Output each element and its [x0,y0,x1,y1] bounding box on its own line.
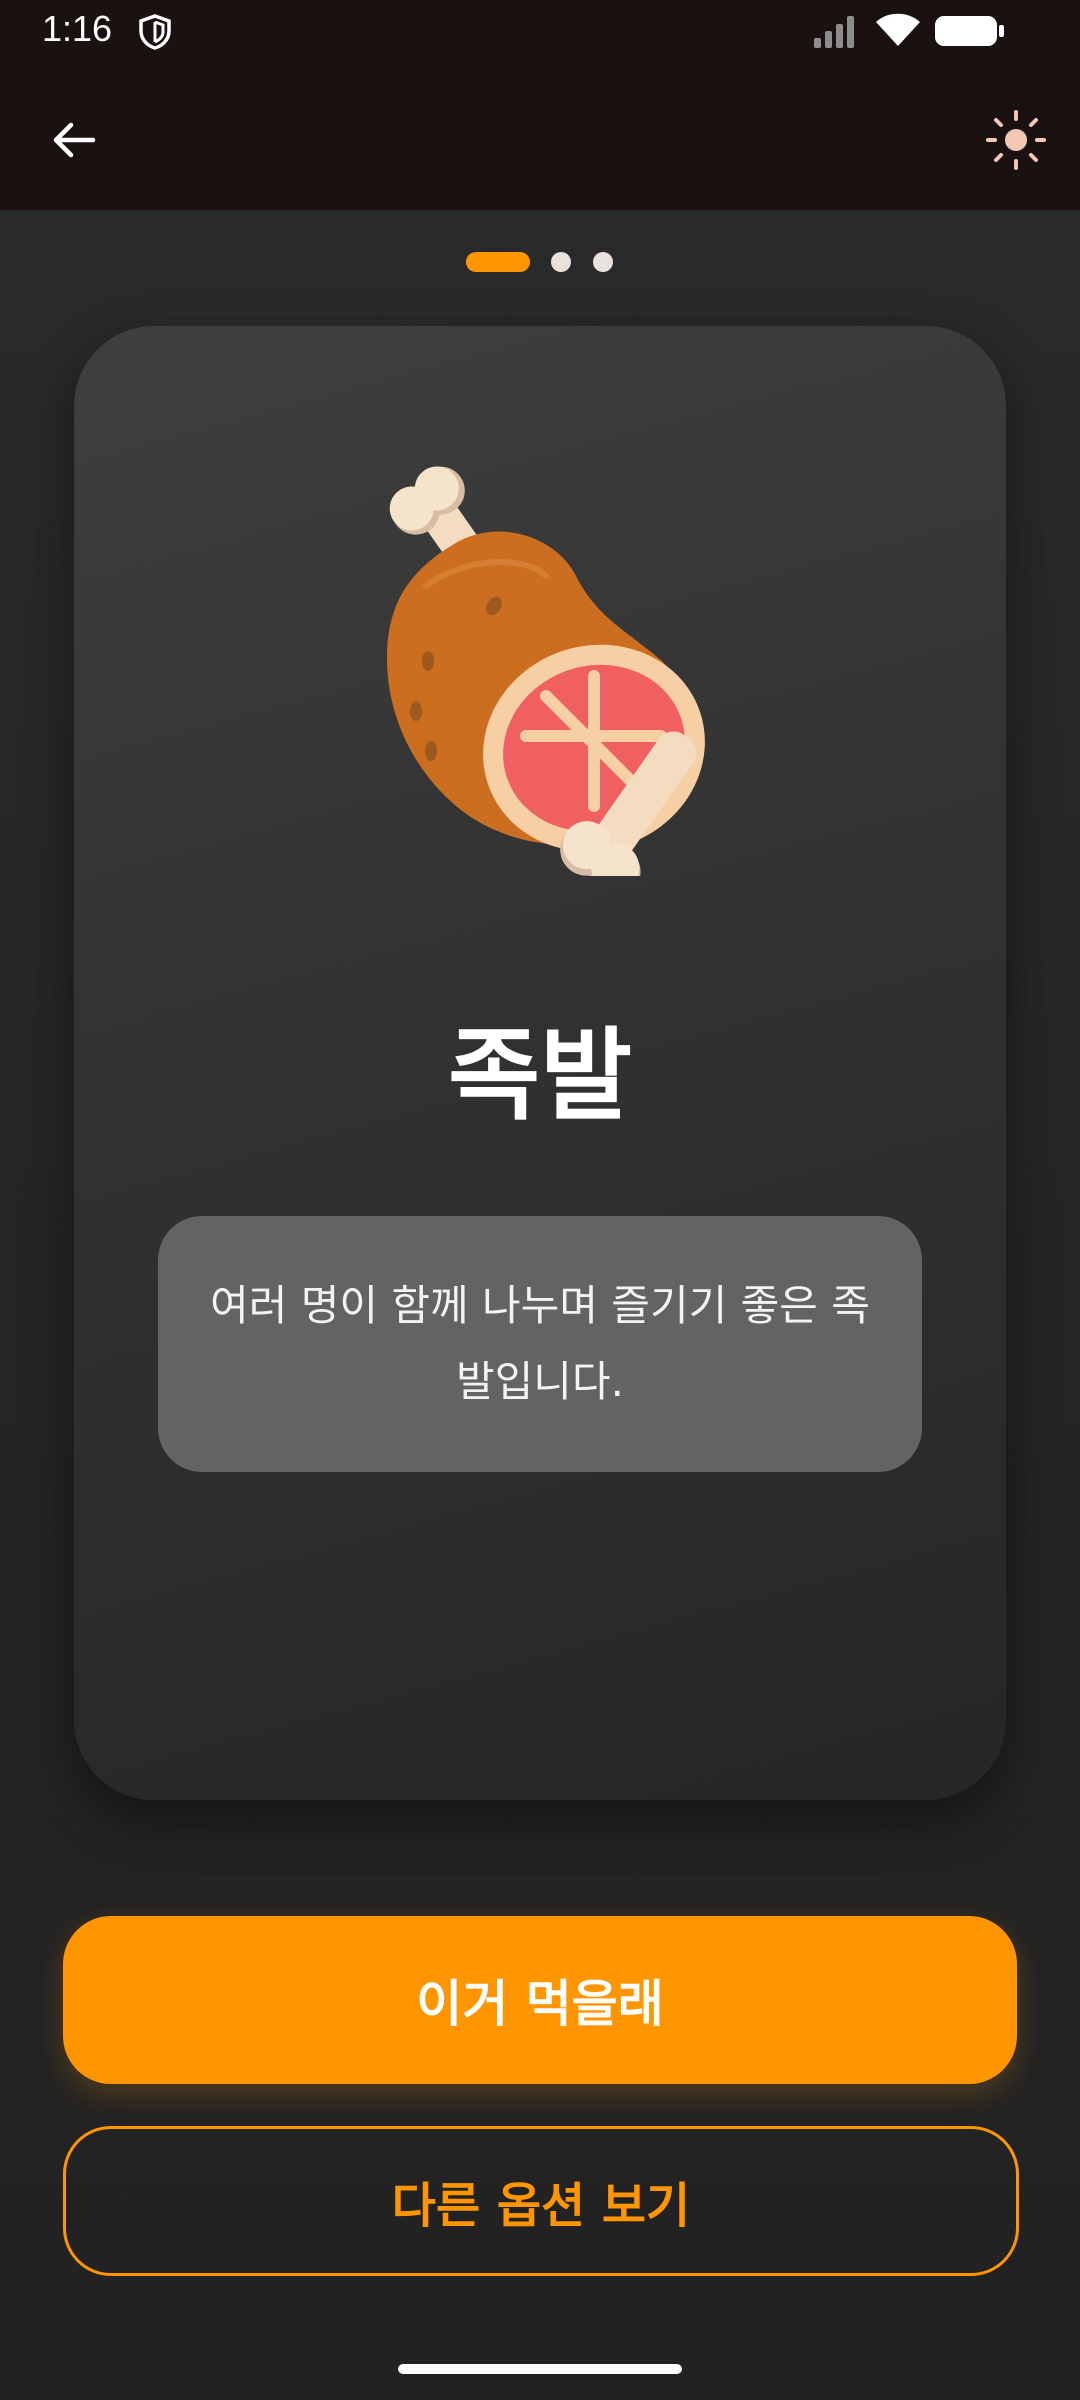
status-time: 1:16 [42,8,113,49]
wifi-icon [876,13,920,46]
status-bar: 1:16 [0,0,1080,62]
cellular-signal-icon [814,16,854,48]
shield-icon [139,14,171,50]
page-indicator [0,250,1080,274]
theme-toggle-button[interactable] [978,102,1054,178]
app-bar [0,62,1080,210]
arrow-left-icon [53,122,96,158]
page-dot[interactable] [551,252,571,272]
food-title: 족발 [448,1017,632,1134]
choose-this-button[interactable]: 이거 먹을래 [63,1916,1017,2084]
food-description-box: 여러 명이 함께 나누며 즐기기 좋은 족발입니다. [158,1216,922,1472]
home-indicator[interactable] [398,2364,682,2374]
back-button[interactable] [36,102,112,178]
meat-on-bone-icon [386,466,705,876]
page-dot-active[interactable] [466,252,530,272]
choose-this-label: 이거 먹을래 [416,1975,664,2033]
food-description: 여러 명이 함께 나누며 즐기기 좋은 족발입니다. [210,1281,870,1406]
see-other-options-label: 다른 옵션 보기 [391,2178,691,2234]
see-other-options-button[interactable]: 다른 옵션 보기 [63,2126,1019,2276]
sun-icon [986,110,1046,170]
food-card[interactable]: 족발 여러 명이 함께 나누며 즐기기 좋은 족발입니다. [74,326,1006,1800]
page-dot[interactable] [593,252,613,272]
screen: 1:16 족발 여러 명이 함께 나누며 즐기기 좋은 족발입니다. 이거 먹을… [0,0,1080,2400]
battery-icon [935,16,1004,46]
